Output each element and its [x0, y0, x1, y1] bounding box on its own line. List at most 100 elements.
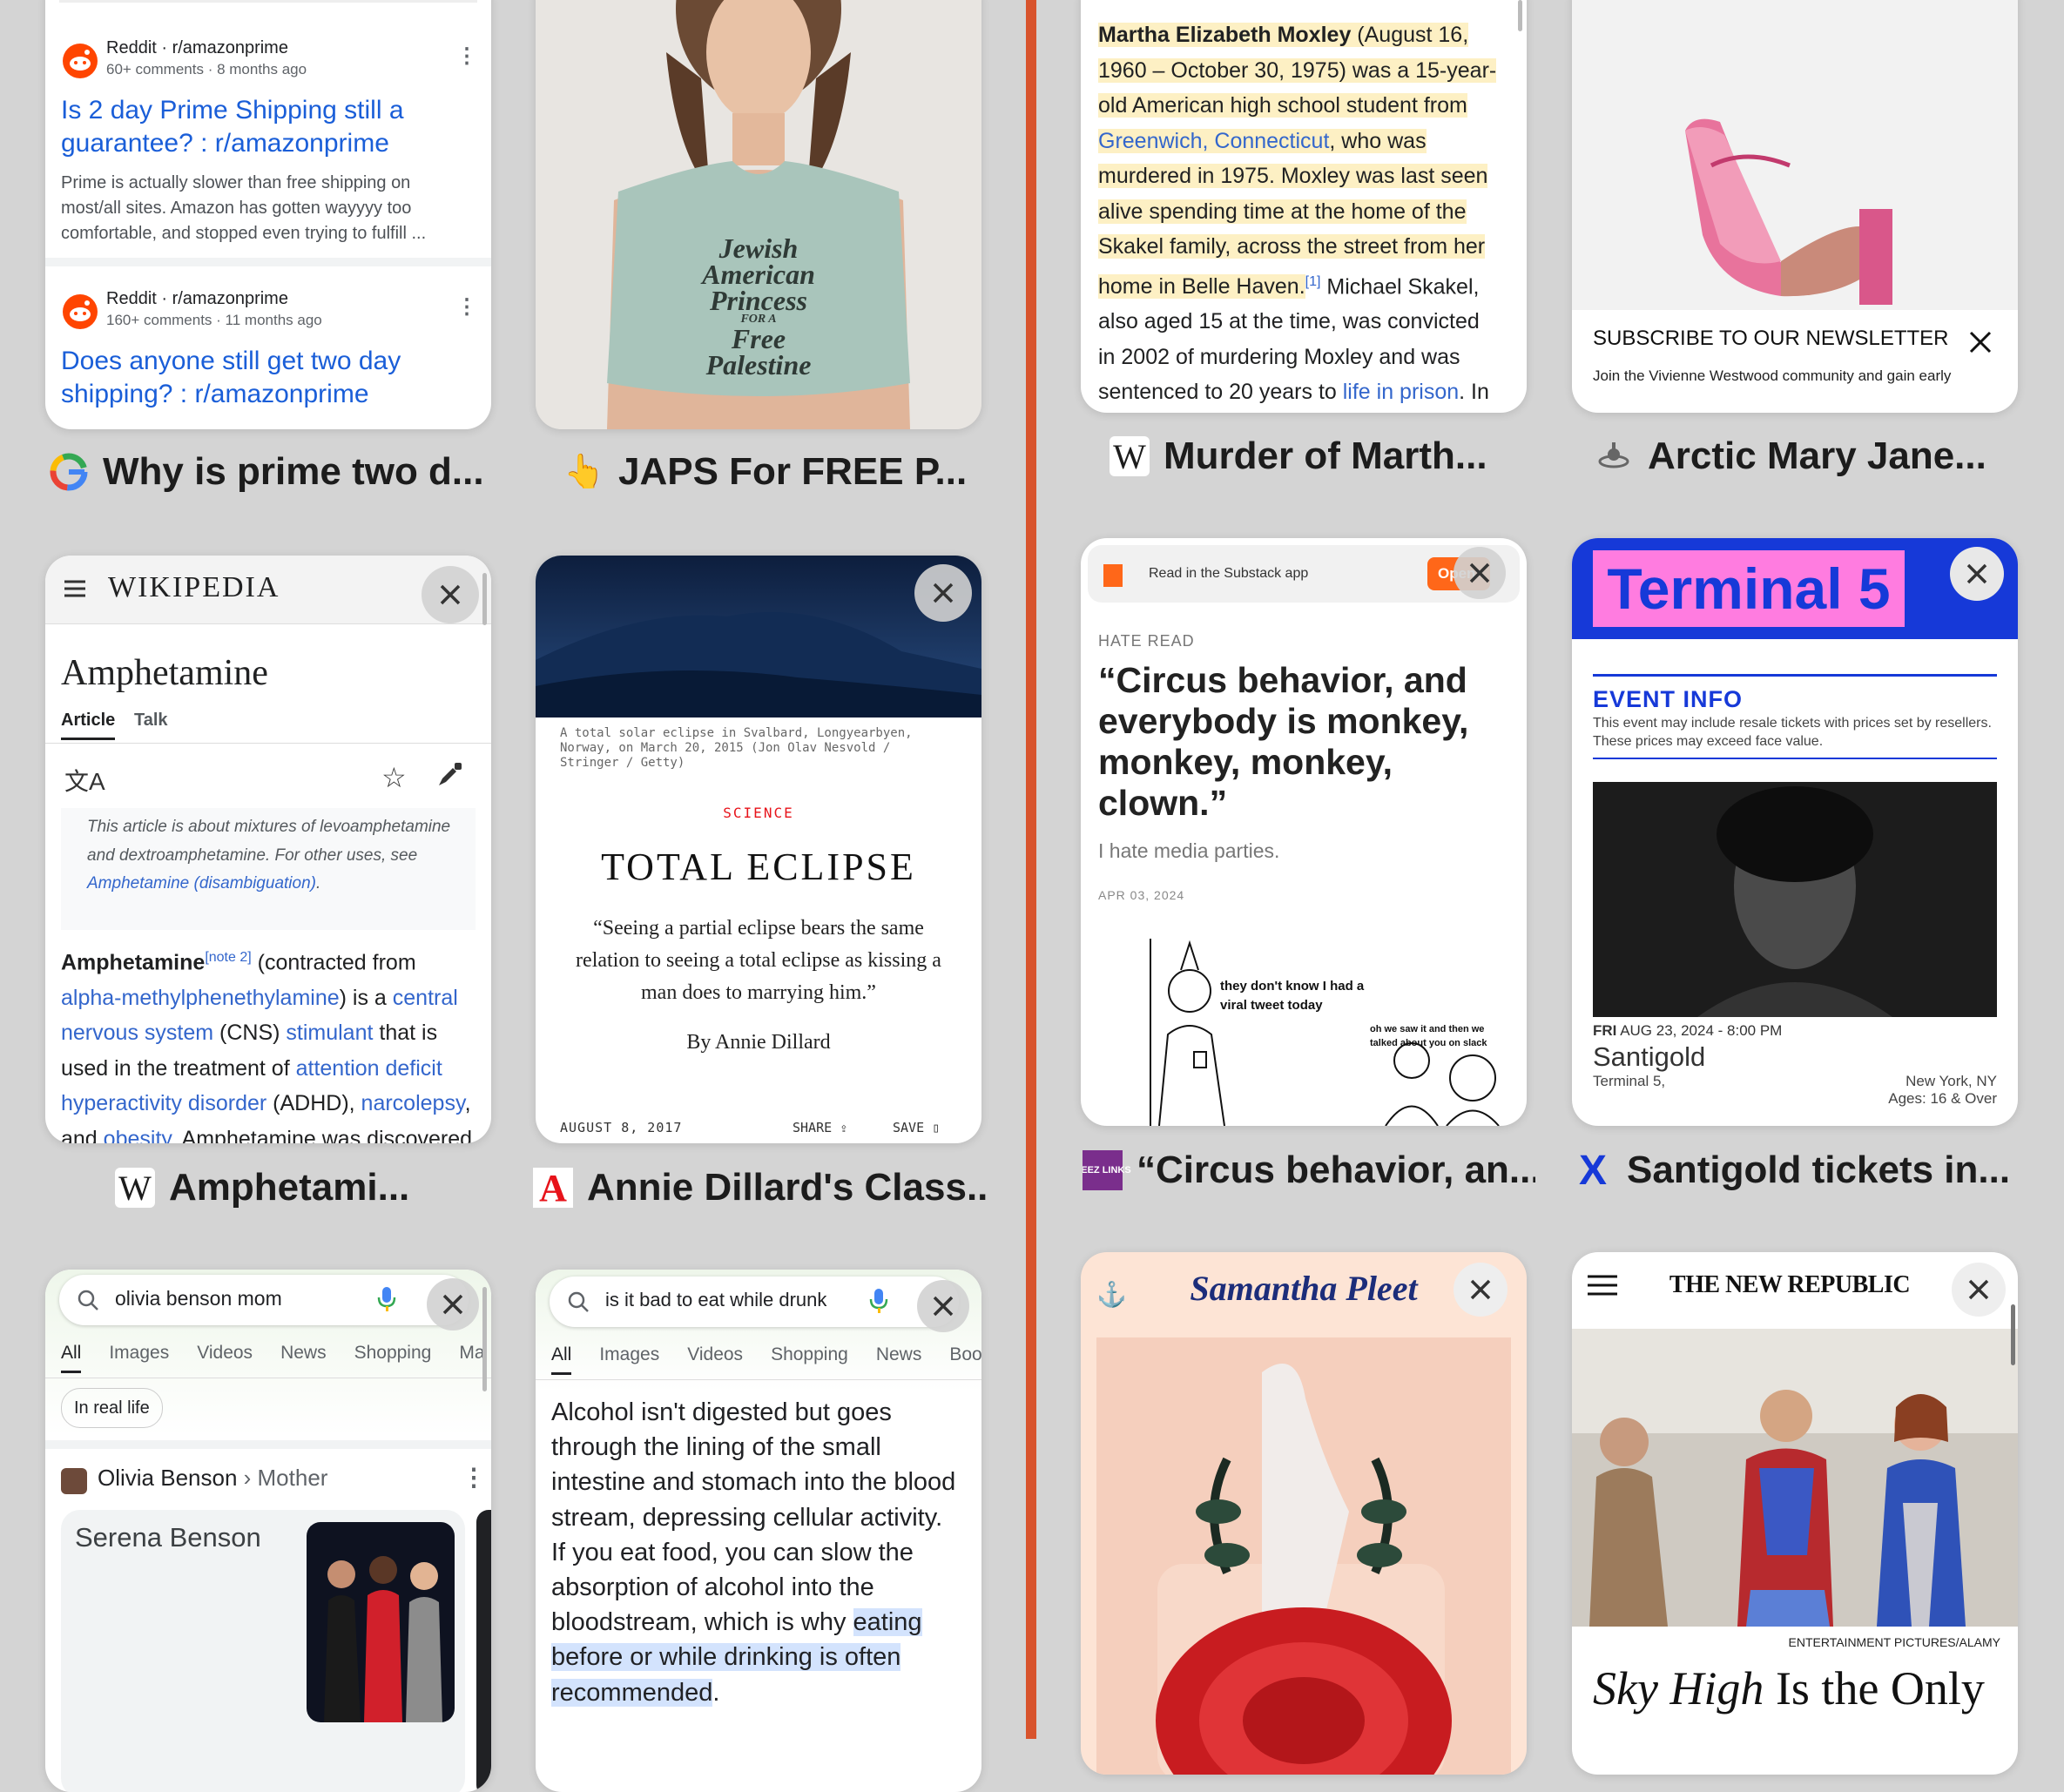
microphone-icon[interactable]: [376, 1285, 397, 1317]
entity-path[interactable]: Olivia Benson › Mother: [98, 1465, 327, 1492]
tab-label-japs[interactable]: 👆 JAPS For FREE P...: [564, 446, 982, 498]
tab-shopping[interactable]: Shopping: [771, 1344, 848, 1375]
close-tab-button[interactable]: [917, 1280, 969, 1332]
share-button[interactable]: SHARE ⇪: [793, 1120, 847, 1135]
tab-card-google-drunk[interactable]: is it bad to eat while drunk All Images …: [536, 1270, 981, 1792]
search-query[interactable]: olivia benson mom: [115, 1287, 282, 1310]
wikipedia-logo[interactable]: WIKIPEDIA: [108, 571, 280, 604]
more-icon[interactable]: ⋮: [456, 294, 477, 320]
close-tab-button[interactable]: [1950, 547, 2004, 601]
translate-icon[interactable]: 文A: [64, 763, 105, 798]
tab-card-reddit[interactable]: Reddit · r/amazonprime 60+ comments · 8 …: [45, 0, 491, 429]
tab-card-google-olivia[interactable]: olivia benson mom All Images Videos News…: [45, 1270, 491, 1792]
venue-name: Terminal 5,: [1593, 1073, 1666, 1089]
tab-card-tnr[interactable]: THE NEW REPUBLIC ENTERTAINMENT PICTURES/…: [1572, 1252, 2018, 1775]
close-tab-button[interactable]: [1952, 1263, 2006, 1317]
obesity-link[interactable]: obesity: [104, 1127, 171, 1143]
kicker: HATE READ: [1098, 632, 1195, 650]
tab-news[interactable]: News: [280, 1343, 327, 1373]
post-date: APR 03, 2024: [1098, 888, 1185, 902]
life-in-prison-link[interactable]: life in prison: [1343, 380, 1459, 404]
star-icon[interactable]: ☆: [381, 761, 407, 794]
section-label: SCIENCE: [723, 805, 794, 821]
answer-photo: [307, 1522, 455, 1722]
close-tab-button[interactable]: [914, 564, 972, 622]
tab-card-substack[interactable]: Read in the Substack app Open HATE READ …: [1081, 538, 1527, 1126]
axs-x-icon: X: [1578, 1147, 1607, 1194]
close-icon: [1966, 563, 1987, 584]
scrollbar[interactable]: [482, 573, 487, 625]
tab-card-wiki-amphetamine[interactable]: WIKIPEDIA Amphetamine Article Talk 文A ☆ …: [45, 556, 491, 1143]
publication-logo[interactable]: THE NEW REPUBLIC: [1642, 1271, 1938, 1299]
disambiguation-link[interactable]: Amphetamine (disambiguation): [87, 874, 316, 893]
tab-shopping[interactable]: Shopping: [354, 1343, 432, 1373]
tab-talk[interactable]: Talk: [134, 711, 168, 731]
hatnote: This article is about mixtures of levoam…: [87, 818, 451, 893]
scrollbar[interactable]: [2011, 1304, 2015, 1365]
tab-books[interactable]: Boo: [949, 1344, 981, 1375]
reddit-icon: [63, 44, 98, 78]
menu-icon[interactable]: [1586, 1271, 1619, 1304]
close-tab-button[interactable]: [422, 566, 479, 623]
chip-in-real-life[interactable]: In real life: [61, 1388, 163, 1428]
scrollbar[interactable]: [1518, 0, 1522, 31]
microphone-icon[interactable]: [868, 1287, 889, 1319]
result-title[interactable]: Does anyone still get two day shipping? …: [61, 345, 444, 411]
close-tab-button[interactable]: [427, 1278, 479, 1331]
tab-card-samantha-pleet[interactable]: ⚓ Samantha Pleet: [1081, 1252, 1527, 1775]
tab-label-wiki-moxley[interactable]: W Murder of Marth...: [1110, 430, 1528, 482]
scrollbar[interactable]: [482, 1287, 487, 1391]
save-button[interactable]: SAVE ▯: [893, 1120, 940, 1135]
tab-label-atlantic[interactable]: A Annie Dillard's Class...: [533, 1162, 986, 1214]
search-tabs: All Images Videos Shopping News Boo: [551, 1344, 981, 1375]
newsletter-close-icon[interactable]: [1967, 329, 1993, 355]
featured-snippet: Alcohol isn't digested but goes through …: [551, 1398, 956, 1707]
tab-all[interactable]: All: [551, 1344, 572, 1375]
tab-label-vivienne[interactable]: Arctic Mary Jane...: [1594, 430, 2029, 482]
tab-images[interactable]: Images: [109, 1343, 169, 1373]
split-view-divider[interactable]: [1026, 0, 1036, 1739]
greenwich-link[interactable]: Greenwich, Connecticut: [1098, 129, 1329, 153]
tab-news[interactable]: News: [876, 1344, 922, 1375]
newsletter-text: Join the Vivienne Westwood community and…: [1593, 367, 1952, 384]
tab-all[interactable]: All: [61, 1343, 82, 1373]
stimulant-link[interactable]: stimulant: [286, 1021, 373, 1045]
close-icon: [933, 583, 954, 603]
tab-card-japs[interactable]: Jewish American Princess FOR A Free Pale…: [536, 0, 981, 429]
alpha-methylphenethylamine-link[interactable]: alpha-methylphenethylamine: [61, 986, 340, 1010]
close-tab-button[interactable]: [1454, 1263, 1508, 1317]
tab-card-terminal5[interactable]: Terminal 5 EVENT INFO This event may inc…: [1572, 538, 2018, 1126]
artist-name[interactable]: Santigold: [1593, 1041, 1705, 1073]
narcolepsy-link[interactable]: narcolepsy: [361, 1091, 465, 1115]
article-text: Martha Elizabeth Moxley (August 16, 1960…: [1098, 23, 1497, 405]
edit-lock-icon[interactable]: [435, 761, 463, 793]
tab-videos[interactable]: Videos: [687, 1344, 743, 1375]
event-date: FRI AUG 23, 2024 - 8:00 PM: [1593, 1022, 1783, 1039]
photo-caption: A total solar eclipse in Svalbard, Longy…: [560, 726, 913, 770]
close-icon: [933, 1296, 954, 1317]
tab-card-atlantic[interactable]: A total solar eclipse in Svalbard, Longy…: [536, 556, 981, 1143]
deez-links-icon: DEEZ LINKS: [1083, 1150, 1131, 1190]
bookmark-icon: ▯: [932, 1120, 941, 1135]
more-icon[interactable]: ⋮: [462, 1463, 486, 1492]
tab-label-wiki-amphetamine[interactable]: W Amphetami...: [115, 1162, 498, 1214]
tab-maps[interactable]: Ma: [459, 1343, 484, 1373]
tab-card-wiki-moxley[interactable]: Martha Elizabeth Moxley (August 16, 1960…: [1081, 0, 1527, 413]
article-headline: TOTAL ECLIPSE: [601, 845, 916, 888]
menu-icon[interactable]: [61, 575, 89, 607]
share-icon: ⇪: [840, 1120, 848, 1135]
close-tab-button[interactable]: [1454, 547, 1506, 599]
tab-images[interactable]: Images: [599, 1344, 659, 1375]
tab-videos[interactable]: Videos: [197, 1343, 253, 1373]
search-query[interactable]: is it bad to eat while drunk: [605, 1289, 858, 1311]
tab-article[interactable]: Article: [61, 711, 116, 740]
venue-logo[interactable]: Terminal 5: [1593, 550, 1905, 627]
tab-label-terminal5[interactable]: X Santigold tickets in...: [1573, 1144, 2026, 1196]
post-subtitle: I hate media parties.: [1098, 839, 1280, 862]
tab-label-substack[interactable]: DEEZ LINKS “Circus behavior, an...: [1083, 1144, 1535, 1196]
close-icon: [440, 584, 461, 605]
result-title[interactable]: Is 2 day Prime Shipping still a guarante…: [61, 94, 444, 160]
tab-label-reddit[interactable]: Why is prime two d...: [49, 446, 502, 498]
tab-card-vivienne[interactable]: SUBSCRIBE TO OUR NEWSLETTER Join the Viv…: [1572, 0, 2018, 413]
more-icon[interactable]: ⋮: [456, 44, 477, 69]
